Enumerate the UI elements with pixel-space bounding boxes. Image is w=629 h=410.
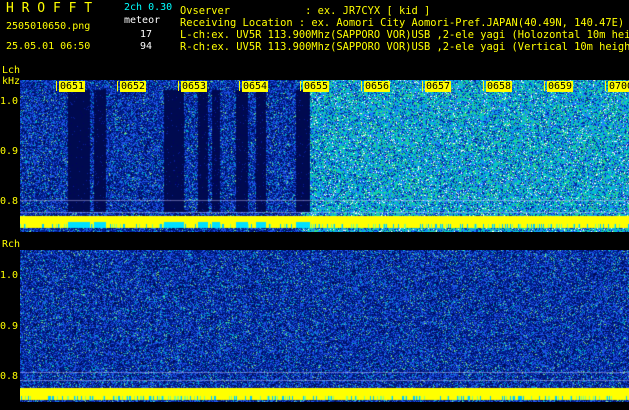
- time-label: 0654: [242, 81, 269, 92]
- lch-info-line: L-ch:ex. UV5R 113.900Mhz(SAPPORO VOR)USB…: [180, 29, 629, 41]
- rch-tick-0-8: 0.8: [0, 371, 19, 382]
- lch-tick-0-9: 0.9: [0, 146, 19, 157]
- time-tick: [239, 81, 240, 91]
- lch-spectrogram: [20, 80, 629, 232]
- rch-tick-0-9: 0.9: [0, 321, 19, 332]
- time-label: 0658: [486, 81, 513, 92]
- meteor-label: meteor: [124, 15, 161, 26]
- rch-spectrogram: [20, 250, 629, 402]
- meteor-count-l: 17: [140, 29, 153, 40]
- time-tick: [56, 81, 57, 91]
- lch-tick-1-0: 1.0: [0, 96, 19, 107]
- time-tick: [117, 81, 118, 91]
- rch-tick-1-0: 1.0: [0, 270, 19, 281]
- time-tick: [361, 81, 362, 91]
- rch-info-line: R-ch:ex. UV5R 113.900Mhz(SAPPORO VOR)USB…: [180, 41, 629, 53]
- time-tick: [178, 81, 179, 91]
- rch-label: Rch: [2, 239, 21, 250]
- meteor-count-r: 94: [140, 41, 153, 52]
- filename: 2505010650.png: [6, 21, 91, 32]
- datetime: 25.05.01 06:50: [6, 41, 91, 52]
- time-tick: [483, 81, 484, 91]
- time-tick: [605, 81, 606, 91]
- time-tick: [422, 81, 423, 91]
- lch-tick-0-8: 0.8: [0, 196, 19, 207]
- app-version: 2ch 0.30: [124, 2, 173, 13]
- time-label: 0653: [181, 81, 208, 92]
- time-tick: [544, 81, 545, 91]
- app-brand: H R O F F T: [6, 1, 93, 16]
- lch-label: Lch: [2, 65, 21, 76]
- time-label: 0652: [120, 81, 147, 92]
- time-label: 0657: [425, 81, 452, 92]
- lch-unit: kHz: [2, 76, 21, 87]
- observer-line: Ovserver : ex. JR7CYX [ kid ]: [180, 5, 431, 17]
- time-label: 0700: [608, 81, 629, 92]
- time-tick: [300, 81, 301, 91]
- time-label: 0651: [59, 81, 86, 92]
- time-label: 0659: [547, 81, 574, 92]
- time-label: 0656: [364, 81, 391, 92]
- location-line: Receiving Location : ex. Aomori City Aom…: [180, 17, 625, 29]
- time-label: 0655: [303, 81, 330, 92]
